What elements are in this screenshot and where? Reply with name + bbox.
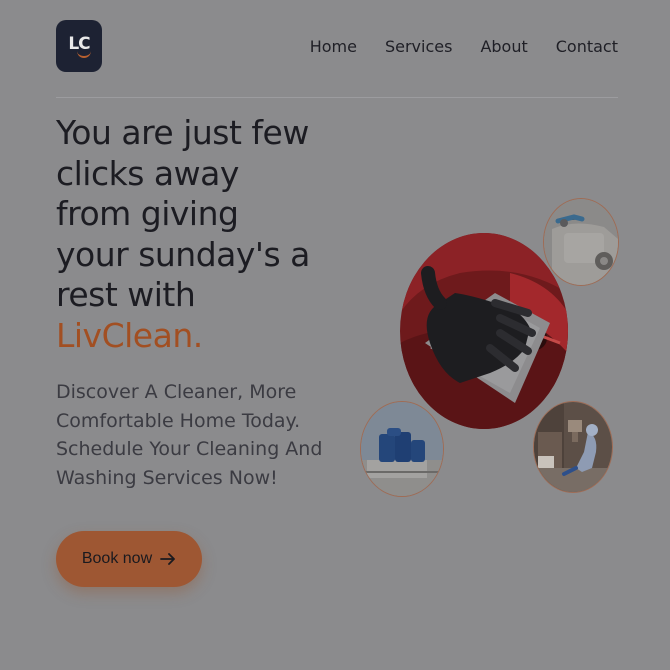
car-detailing-photo xyxy=(543,198,619,286)
headline-line: You are just few xyxy=(56,113,309,152)
hero-subtext: Discover A Cleaner, More Comfortable Hom… xyxy=(56,381,323,489)
nav-services[interactable]: Services xyxy=(385,37,452,56)
arrow-right-icon xyxy=(160,553,176,565)
headline-line: your sunday's a xyxy=(56,234,310,274)
headline-line: clicks away xyxy=(56,153,239,193)
nav-contact[interactable]: Contact xyxy=(556,37,618,56)
logo[interactable]: LC xyxy=(56,20,102,72)
headline-line: rest with xyxy=(56,275,196,314)
header-divider xyxy=(56,97,618,98)
car-cleaning-photo xyxy=(400,233,568,429)
brand-name: LivClean. xyxy=(56,315,203,355)
hero-headline: You are just few clicks away from giving… xyxy=(56,113,346,356)
headline-line: from giving xyxy=(56,194,239,233)
main-nav: Home Services About Contact xyxy=(310,37,618,56)
book-now-label: Book now xyxy=(81,550,153,567)
book-now-button[interactable]: Book now xyxy=(56,531,202,587)
nav-home[interactable]: Home xyxy=(310,37,357,56)
logo-smile-mark xyxy=(77,50,91,58)
nav-about[interactable]: About xyxy=(480,37,527,56)
water-tanks-photo xyxy=(360,401,444,497)
home-cleaning-photo xyxy=(533,401,613,493)
